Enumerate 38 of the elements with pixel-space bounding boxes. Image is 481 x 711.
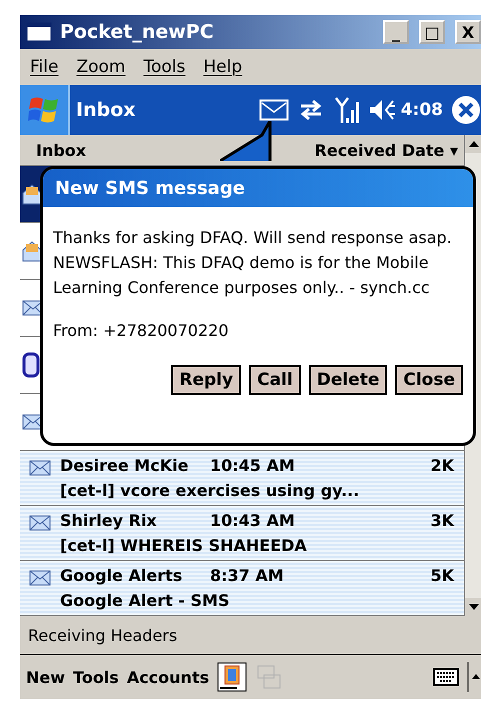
sender-name: Desiree McKie (60, 455, 190, 477)
toolbar-menu-button[interactable]: Tools (73, 668, 119, 686)
window-title: Pocket_newPC (60, 21, 215, 43)
status-text: Receiving Headers (20, 616, 481, 655)
toolbar-menu-button[interactable]: New (26, 668, 66, 686)
menu-item[interactable]: File (30, 57, 58, 77)
message-size: 5K (429, 565, 454, 587)
menu-item[interactable]: Zoom (76, 57, 126, 77)
received-time: 10:43 AM (210, 510, 296, 532)
message-row[interactable]: Shirley Rix 10:43 AM 3K [cet-l] WHEREIS SHAHEEDA (20, 506, 464, 561)
message-row[interactable]: Google Alerts 8:37 AM 5K Google Alert - SMS (20, 561, 464, 616)
clock-time: 4:08 (400, 100, 443, 120)
message-row[interactable]: Desiree McKie 10:45 AM 2K [cet-l] vcore exercises using gy... (20, 451, 464, 506)
message-size: 3K (429, 510, 454, 532)
message-size: 2K (429, 455, 454, 477)
sender-number: From: +27820070220 (53, 320, 230, 342)
message-text: Thanks for asking DFAQ. Will send response asap. NEWSFLASH: This DFAQ demo is for the Mobile Learning Conference purposes only.. - synch.cc (53, 227, 453, 299)
message-subject: [cet-l] vcore exercises using gy... (60, 480, 360, 502)
window-control-button[interactable]: □ (419, 20, 445, 44)
message-subject: [cet-l] WHEREIS SHAHEEDA (60, 535, 308, 557)
popup-button[interactable]: Delete (308, 365, 388, 395)
app-title: Inbox (76, 99, 137, 121)
popup-title: New SMS message (43, 169, 473, 207)
popup-button[interactable]: Call (249, 365, 301, 395)
column-header[interactable]: Received Date ▾ (314, 140, 458, 160)
popup-button[interactable]: Reply (171, 365, 242, 395)
popup-button[interactable]: Close (395, 365, 463, 395)
menu-item[interactable]: Tools (143, 57, 186, 77)
sender-name: Shirley Rix (60, 510, 158, 532)
menu-item[interactable]: Help (203, 57, 242, 77)
received-time: 10:45 AM (210, 455, 296, 477)
toolbar-menu-button[interactable]: Accounts (126, 668, 210, 686)
window-control-button[interactable]: _ (383, 20, 409, 44)
window-control-button[interactable]: X (455, 20, 481, 44)
column-header[interactable]: Inbox (36, 140, 86, 160)
message-subject: Google Alert - SMS (60, 590, 230, 612)
received-time: 8:37 AM (210, 565, 285, 587)
sender-name: Google Alerts (60, 565, 184, 587)
